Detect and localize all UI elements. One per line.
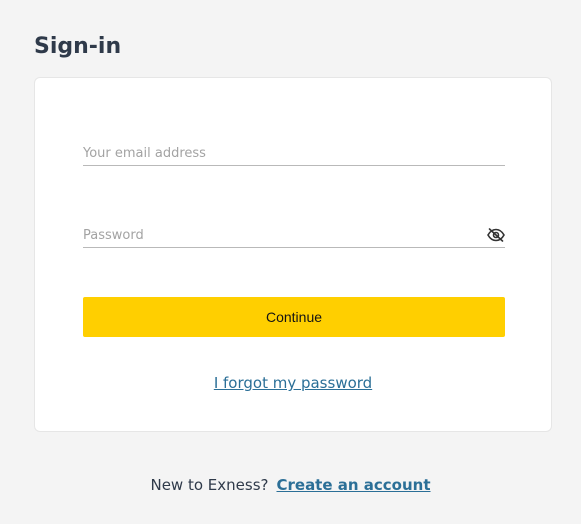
continue-button[interactable]: Continue bbox=[83, 297, 505, 337]
signin-card: Continue I forgot my password bbox=[34, 77, 552, 432]
forgot-password-container: I forgot my password bbox=[35, 374, 551, 392]
eye-off-icon[interactable] bbox=[487, 228, 505, 242]
create-account-link[interactable]: Create an account bbox=[276, 476, 430, 494]
forgot-password-link[interactable]: I forgot my password bbox=[214, 374, 372, 392]
password-field-container bbox=[83, 220, 505, 248]
signup-prompt-text: New to Exness? bbox=[150, 476, 269, 494]
email-field[interactable] bbox=[83, 146, 478, 161]
page-title: Sign-in bbox=[34, 34, 122, 59]
password-field[interactable] bbox=[83, 228, 478, 243]
signup-prompt: New to Exness? Create an account bbox=[0, 476, 581, 494]
email-field-container bbox=[83, 138, 505, 166]
